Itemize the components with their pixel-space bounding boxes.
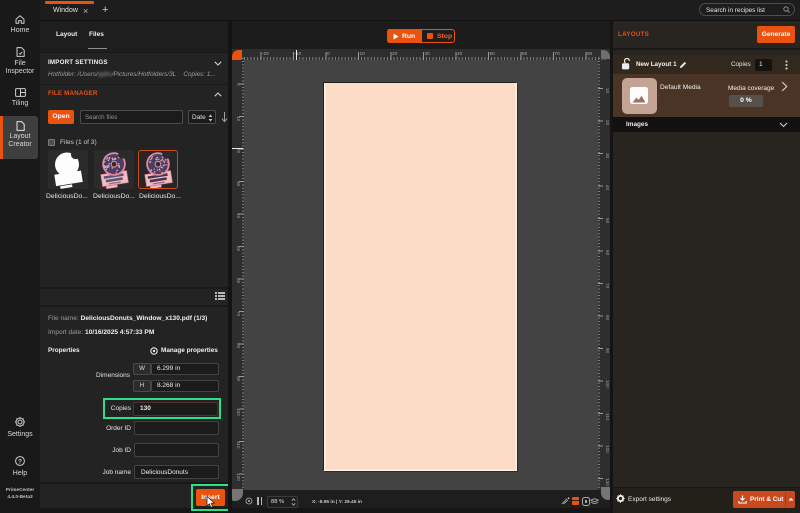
svg-text:?: ? — [18, 458, 22, 465]
